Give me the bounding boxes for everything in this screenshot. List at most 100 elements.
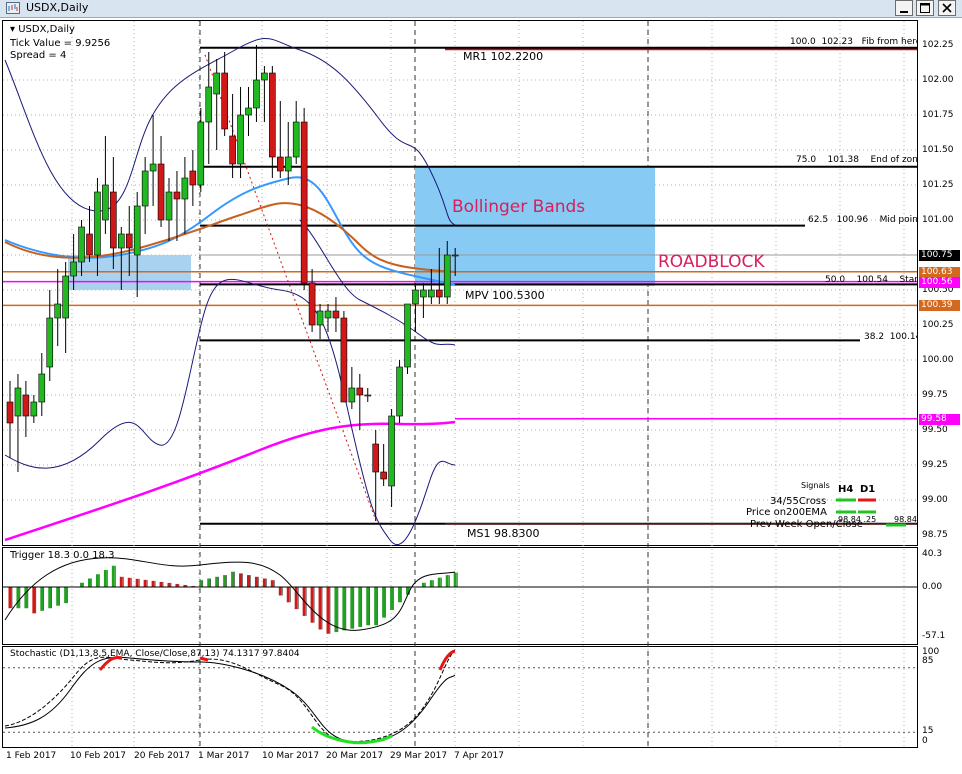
- signal-row-prev-week: Prev Week Open/Close: [750, 519, 863, 530]
- fib-label-100: 100.0 102.23 Fib from here: [790, 37, 922, 47]
- price-marker-label: 100.39: [919, 300, 960, 312]
- tick-value-label: Tick Value = 9.9256: [10, 38, 111, 49]
- price-axis-label: 102.00: [922, 75, 954, 85]
- fib-diagonal: [204, 54, 377, 522]
- candle-body: [118, 233, 125, 249]
- candle-body: [181, 177, 189, 200]
- trigger-indicator-label: Trigger 18.3 0.0 18.3: [10, 550, 115, 561]
- mpv-level-label: MPV 100.5300: [465, 289, 545, 302]
- prev-week-right-value: 98.84: [894, 515, 917, 524]
- indicator-axis-label: 0: [922, 736, 928, 746]
- roadblock-annotation: ROADBLOCK: [658, 252, 765, 272]
- candle-body: [380, 471, 387, 480]
- candle-body: [276, 156, 284, 172]
- time-axis-label: 10 Feb 2017: [70, 751, 127, 761]
- price-axis-label: 101.25: [922, 180, 954, 190]
- candle-body: [428, 289, 435, 298]
- candle-body: [46, 317, 54, 368]
- time-axis-label: 7 Apr 2017: [454, 751, 504, 761]
- candle-body: [221, 72, 228, 130]
- candle-body: [38, 373, 46, 403]
- candle-body: [269, 72, 276, 158]
- time-axis-label: 20 Feb 2017: [134, 751, 191, 761]
- candle-body: [396, 366, 403, 417]
- candle-body: [70, 261, 77, 277]
- price-axis-label: 102.25: [922, 40, 954, 50]
- mr1-level-label: MR1 102.2200: [463, 50, 544, 63]
- candle-body: [364, 394, 372, 397]
- indicator-axis-label: 0.00: [922, 582, 943, 592]
- price-axis-label: 101.00: [922, 215, 954, 225]
- candle-body: [14, 387, 22, 417]
- candle-body: [316, 310, 324, 326]
- signals-col-d1: D1: [860, 484, 876, 495]
- fib-label-50: 50.0 100.54 Start: [825, 275, 922, 285]
- indicator-axis-label: -57.1: [922, 631, 946, 641]
- candle-body: [443, 254, 451, 298]
- candle-body: [261, 72, 268, 81]
- time-axis-label: 20 Mar 2017: [326, 751, 384, 761]
- price-axis[interactable]: 102.25 102.00 101.75 101.50 101.25 101.00 100.…: [918, 20, 962, 748]
- indicator-axis-label: 15: [922, 726, 934, 736]
- candle-body: [340, 317, 348, 403]
- price-axis-label: 100.00: [922, 355, 954, 365]
- candle-body: [205, 86, 213, 123]
- fib-label-75: 75.0 101.38 End of zone: [796, 155, 924, 165]
- candle-body: [30, 401, 38, 417]
- price-axis-label: 98.75: [922, 530, 948, 540]
- spread-label: Spread = 4: [10, 50, 67, 61]
- candle-body: [110, 191, 117, 249]
- candle-body: [62, 275, 69, 319]
- stochastic-indicator-label: Stochastic (D1,13,8,5,EMA, Close/Close,8…: [10, 649, 300, 659]
- dropdown-triangle-icon: ▾: [10, 24, 16, 35]
- candle-body: [420, 289, 427, 298]
- price-axis-label: 101.50: [922, 145, 954, 155]
- candle-body: [6, 401, 14, 424]
- ms1-level-label: MS1 98.8300: [467, 527, 540, 540]
- price-axis-label: 99.25: [922, 460, 948, 470]
- candle-body: [372, 443, 380, 473]
- signal-row-price-on-200ema: Price on200EMA: [746, 507, 827, 518]
- indicator-axis-label: 40.3: [922, 549, 943, 559]
- candle-body: [348, 387, 356, 403]
- candle-body: [189, 170, 197, 186]
- time-axis-label: 1 Feb 2017: [6, 751, 57, 761]
- price-axis-label: 99.00: [922, 495, 948, 505]
- signals-col-h4: H4: [838, 484, 854, 495]
- chart-symbol-label: ▾ USDX,Daily: [10, 24, 75, 35]
- time-axis[interactable]: 1 Feb 2017 10 Feb 2017 20 Feb 2017 1 Mar 20…: [0, 748, 962, 774]
- price-axis-label: 99.75: [922, 390, 948, 400]
- candle-body: [308, 282, 316, 326]
- candle-body: [86, 233, 93, 256]
- candle-body: [213, 72, 220, 95]
- signals-title: Signals: [801, 481, 830, 490]
- candle-body: [253, 79, 260, 109]
- candle-body: [197, 121, 205, 186]
- candle-body: [404, 303, 411, 368]
- candle-body: [324, 310, 332, 319]
- bollinger-bands-annotation: Bollinger Bands: [452, 197, 586, 217]
- price-marker-label: 100.75: [919, 250, 960, 261]
- candle-body: [245, 107, 252, 116]
- candle-body: [300, 121, 308, 284]
- candle-body: [157, 163, 165, 221]
- candle-body: [284, 156, 292, 172]
- price-axis-label: 101.75: [922, 110, 954, 120]
- candle-body: [133, 205, 141, 256]
- price-marker-label: 100.56: [919, 276, 960, 288]
- stoch-signal-line: [4, 649, 456, 743]
- candle-body: [78, 226, 85, 263]
- candle-body: [149, 163, 157, 172]
- candle-body: [292, 121, 300, 158]
- fib-label-62-5: 62.5 100.96 Mid point: [808, 215, 922, 225]
- trigger-line: [4, 557, 456, 631]
- time-axis-label: 29 Mar 2017: [390, 751, 448, 761]
- candle-body: [451, 254, 459, 257]
- price-axis-label: 99.50: [922, 425, 948, 435]
- candle-body: [141, 170, 149, 207]
- candle-body: [356, 387, 364, 396]
- candle-body: [54, 303, 62, 319]
- candle-body: [412, 289, 419, 305]
- candle-body: [173, 191, 181, 200]
- price-axis-label: 100.25: [922, 320, 954, 330]
